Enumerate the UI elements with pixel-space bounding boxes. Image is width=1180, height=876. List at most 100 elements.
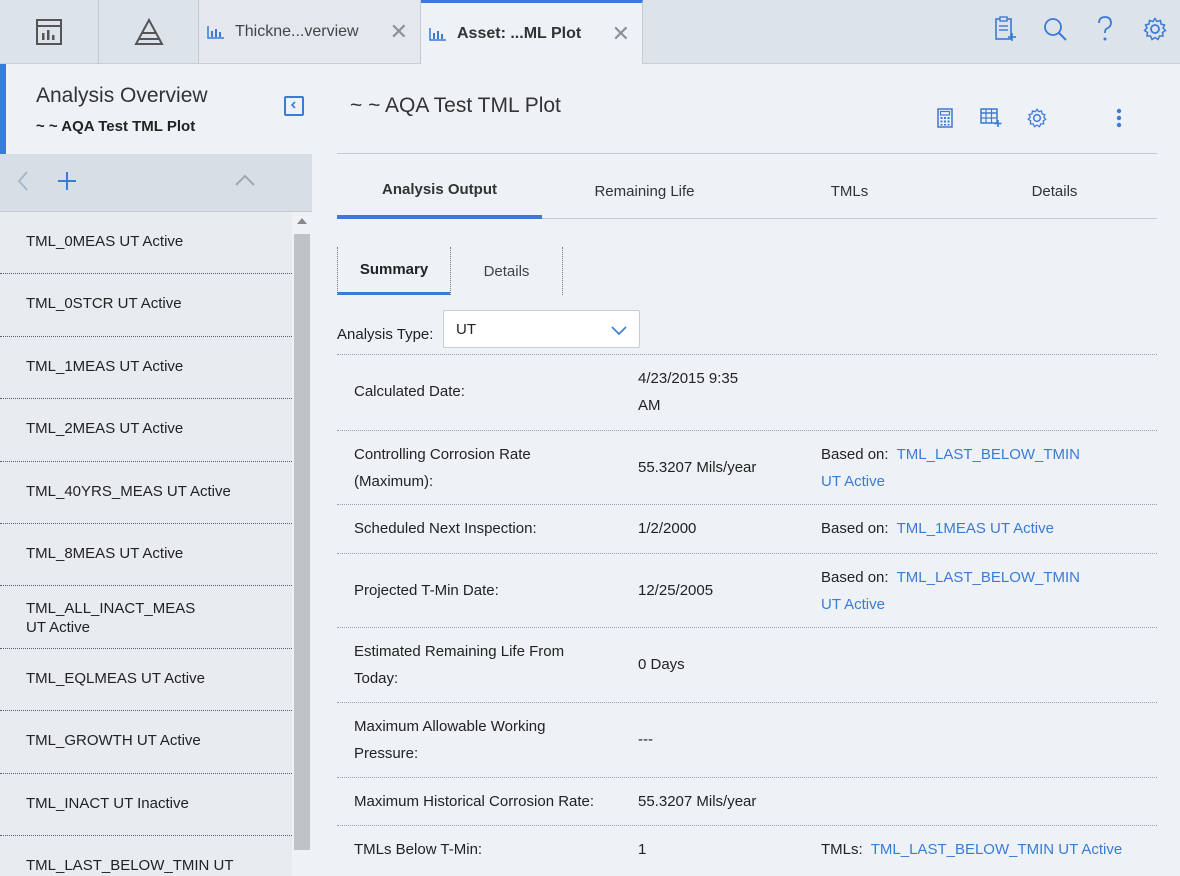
row-label: Scheduled Next Inspection: <box>354 520 537 537</box>
row-label: Projected T-Min Date: <box>354 582 499 599</box>
row-value: 55.3207 Mils/year <box>638 793 757 810</box>
list-item[interactable]: TML_8MEAS UT Active <box>0 524 292 587</box>
row-value: 55.3207 Mils/year <box>638 459 757 476</box>
sidebar-toolbar <box>0 154 312 212</box>
list-item[interactable]: TML_ALL_INACT_MEAS UT Active <box>0 586 292 649</box>
row-value: 12/25/2005 <box>638 582 714 599</box>
row-value: --- <box>638 731 653 748</box>
summary-table: Calculated Date: 4/23/2015 9:35 AM Contr… <box>337 354 1157 873</box>
based-on-link[interactable]: TML_LAST_BELOW_TMIN UT Active <box>871 841 1122 858</box>
list-item[interactable]: TML_EQLMEAS UT Active <box>0 649 292 712</box>
list-item[interactable]: TML_40YRS_MEAS UT Active <box>0 462 292 524</box>
main-content: ~ ~ AQA Test TML Plot Analysis Output Re… <box>312 64 1180 876</box>
list-item[interactable]: TML_1MEAS UT Active <box>0 337 292 400</box>
table-add-button[interactable] <box>968 107 1014 133</box>
table-row: Projected T-Min Date: 12/25/2005 Based o… <box>337 553 1157 627</box>
list-item[interactable]: TML_LAST_BELOW_TMIN UT <box>0 836 292 876</box>
tab-thickness-overview[interactable]: Thickne...verview ✕ <box>199 0 421 63</box>
row-label: Maximum Historical Corrosion Rate: <box>354 793 595 810</box>
based-on-label: Based on: <box>821 569 889 586</box>
table-row: Estimated Remaining Life From Today: 0 D… <box>337 627 1157 702</box>
chevron-up-icon <box>235 174 255 186</box>
sidebar-scrollbar[interactable] <box>292 212 312 876</box>
scroll-up-arrow[interactable] <box>297 218 307 224</box>
list-item[interactable]: TML_INACT UT Inactive <box>0 774 292 836</box>
plus-icon <box>58 172 76 190</box>
settings-button[interactable] <box>1014 107 1060 133</box>
subtab-details[interactable]: Details <box>450 247 563 295</box>
clipboard-add-button[interactable] <box>980 0 1030 63</box>
tab-asset-tml-plot[interactable]: Asset: ...ML Plot ✕ <box>421 0 643 64</box>
tml-list: TML_0MEAS UT Active TML_0STCR UT Active … <box>0 212 292 876</box>
top-tab-bar: Thickne...verview ✕ Asset: ...ML Plot ✕ <box>0 0 1180 64</box>
settings-button[interactable] <box>1130 0 1180 63</box>
close-icon[interactable]: ✕ <box>390 20 408 43</box>
row-label: Estimated Remaining Life From Today: <box>354 643 565 687</box>
tab-analysis-output[interactable]: Analysis Output <box>337 164 542 219</box>
main-action-bar <box>922 107 1142 133</box>
settings-icon <box>1143 17 1167 46</box>
collapse-panel-button[interactable] <box>284 96 304 116</box>
collapse-left-icon <box>289 97 299 115</box>
collapse-up-button[interactable] <box>234 170 256 197</box>
based-on-label: Based on: <box>821 520 889 537</box>
scrollbar-thumb[interactable] <box>294 234 310 850</box>
close-icon[interactable]: ✕ <box>612 22 630 45</box>
row-label: TMLs Below T-Min: <box>354 841 483 858</box>
row-based-on: Based on: TML_LAST_BELOW_TMIN UT Active <box>821 564 1101 618</box>
based-on-label: Based on: <box>821 446 889 463</box>
based-on-label: TMLs: <box>821 841 863 858</box>
output-subtabs: Summary Details <box>337 247 563 295</box>
analysis-type-select[interactable]: UT <box>443 310 640 348</box>
back-button[interactable] <box>16 170 30 197</box>
subtab-summary[interactable]: Summary <box>337 247 450 295</box>
chevron-left-icon <box>17 171 28 191</box>
analysis-tabs: Analysis Output Remaining Life TMLs Deta… <box>337 164 1157 219</box>
add-button[interactable] <box>56 170 78 197</box>
table-row: Controlling Corrosion Rate (Maximum): 55… <box>337 430 1157 504</box>
help-button[interactable] <box>1080 0 1130 63</box>
search-button[interactable] <box>1030 0 1080 63</box>
row-value: 1/2/2000 <box>638 520 697 537</box>
calculator-icon <box>937 107 953 133</box>
chart-icon <box>207 25 225 39</box>
row-value: 4/23/2015 9:35 AM <box>638 370 739 414</box>
dashboard-icon <box>35 18 63 46</box>
hierarchy-button[interactable] <box>99 0 199 63</box>
more-options-button[interactable] <box>1096 108 1142 132</box>
table-add-icon <box>980 107 1002 133</box>
tab-tmls[interactable]: TMLs <box>747 164 952 219</box>
divider <box>337 153 1157 154</box>
row-value: 0 Days <box>638 656 685 673</box>
analysis-type-value: UT <box>456 321 476 338</box>
table-row: TMLs Below T-Min: 1 TMLs: TML_LAST_BELOW… <box>337 825 1157 873</box>
row-based-on: Based on: TML_1MEAS UT Active <box>821 515 1121 542</box>
sidebar-subtitle: ~ ~ AQA Test TML Plot <box>36 118 196 135</box>
row-value: 1 <box>638 841 647 858</box>
search-icon <box>1043 17 1067 46</box>
dashboard-button[interactable] <box>0 0 99 63</box>
table-row: Calculated Date: 4/23/2015 9:35 AM <box>337 354 1157 430</box>
chart-icon <box>429 27 447 41</box>
top-icon-group <box>980 0 1180 63</box>
list-item[interactable]: TML_GROWTH UT Active <box>0 711 292 774</box>
kebab-menu-icon <box>1116 108 1122 133</box>
list-item[interactable]: TML_2MEAS UT Active <box>0 399 292 462</box>
tab-remaining-life[interactable]: Remaining Life <box>542 164 747 219</box>
gear-icon <box>1027 107 1047 133</box>
calculator-button[interactable] <box>922 107 968 133</box>
sidebar-title: Analysis Overview <box>36 84 208 107</box>
list-item[interactable]: TML_0STCR UT Active <box>0 274 292 337</box>
tab-details[interactable]: Details <box>952 164 1157 219</box>
clipboard-add-icon <box>993 16 1017 47</box>
list-item[interactable]: TML_0MEAS UT Active <box>0 212 292 275</box>
chevron-down-icon <box>611 323 627 340</box>
analysis-type-label: Analysis Type: <box>337 326 434 343</box>
page-title: ~ ~ AQA Test TML Plot <box>350 94 561 117</box>
based-on-link[interactable]: TML_1MEAS UT Active <box>897 520 1054 537</box>
analysis-sidebar: Analysis Overview ~ ~ AQA Test TML Plot … <box>0 64 312 876</box>
row-based-on: TMLs: TML_LAST_BELOW_TMIN UT Active <box>821 836 1151 863</box>
tab-label: Asset: ...ML Plot <box>457 24 582 42</box>
row-label: Controlling Corrosion Rate (Maximum): <box>354 446 531 490</box>
help-icon <box>1096 16 1114 47</box>
